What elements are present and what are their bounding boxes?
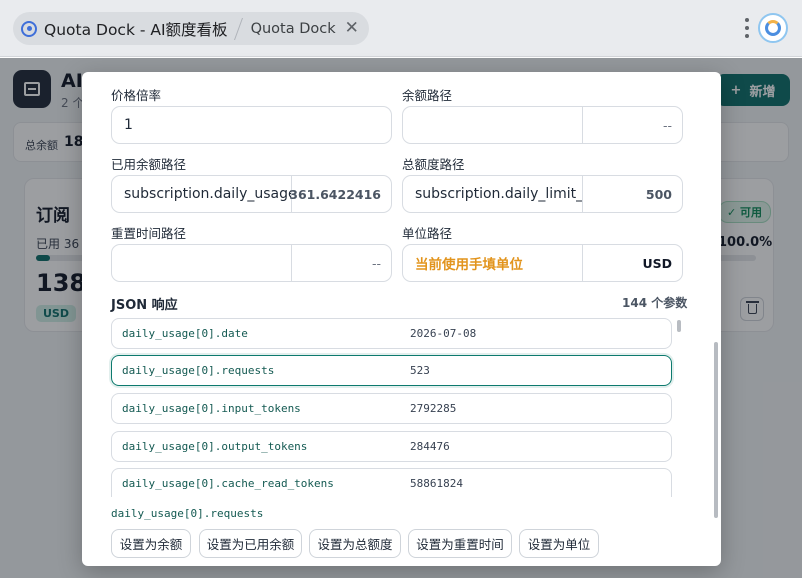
set-as-unit-button[interactable]: 设置为单位 [519,529,599,558]
unit-path-value: 当前使用手填单位 [415,257,523,273]
unit-path-preview: USD [582,245,682,281]
balance-path-label: 余额路径 [402,88,453,103]
set-as-total-quota-button[interactable]: 设置为总额度 [309,529,401,558]
json-row-key: daily_usage[0].output_tokens [122,440,308,453]
reset-time-path-preview: -- [291,245,391,281]
reset-time-path-input[interactable]: -- [111,244,392,282]
tab-active[interactable]: Quota Dock - AI额度看板 [44,18,228,40]
price-rate-value: 1 [124,117,133,133]
unit-path-label: 单位路径 [402,226,453,241]
json-row-value: 58861824 [410,476,463,490]
used-balance-path-input[interactable]: subscription.daily_usage 361.6422416 [111,175,392,213]
json-row-key: daily_usage[0].cache_read_tokens [122,476,334,490]
json-row-key: daily_usage[0].input_tokens [122,402,301,415]
json-row[interactable]: daily_usage[0].input_tokens 2792285 [111,393,672,424]
set-as-used-balance-button[interactable]: 设置为已用余额 [199,529,302,558]
profile-avatar[interactable] [758,13,788,43]
price-rate-label: 价格倍率 [111,88,162,103]
selected-json-path: daily_usage[0].requests [111,507,264,520]
json-list-scrollbar[interactable] [677,320,681,332]
json-row-value: 284476 [410,440,450,453]
set-as-reset-time-button[interactable]: 设置为重置时间 [408,529,512,558]
tab-divider [233,17,243,40]
balance-path-preview: -- [582,107,682,143]
tab-close-icon[interactable]: ✕ [345,20,359,37]
unit-path-input[interactable]: 当前使用手填单位 USD [402,244,683,282]
tab-secondary[interactable]: Quota Dock [251,21,336,37]
json-row[interactable]: daily_usage[0].cache_read_tokens 5886182… [111,468,672,497]
json-param-count: 144 个参数 [622,296,688,310]
modal-scrollbar[interactable] [714,342,718,518]
config-modal: 价格倍率 1 余额路径 -- 已用余额路径 subscription.daily… [82,72,721,566]
json-section-title: JSON 响应 [111,298,178,313]
json-row-key: daily_usage[0].date [122,327,248,340]
used-balance-path-value: subscription.daily_usage [124,186,291,202]
price-rate-input[interactable]: 1 [111,106,392,144]
balance-path-input[interactable]: -- [402,106,683,144]
json-row-value: 2792285 [410,402,457,415]
json-row[interactable]: daily_usage[0].output_tokens 284476 [111,431,672,462]
browser-chrome: Quota Dock - AI额度看板 Quota Dock ✕ [0,0,802,57]
json-row-key: daily_usage[0].requests [122,364,275,377]
reset-time-path-label: 重置时间路径 [111,226,187,241]
tab-strip: Quota Dock - AI额度看板 Quota Dock ✕ [13,12,369,45]
total-quota-path-preview: 500 [582,176,682,212]
json-row-value: 2026-07-08 [410,327,477,340]
browser-menu-icon[interactable] [741,16,753,40]
json-row-selected[interactable]: daily_usage[0].requests 523 [111,355,672,386]
set-as-balance-button[interactable]: 设置为余额 [111,529,191,558]
used-balance-path-label: 已用余额路径 [111,157,187,172]
tab-favicon-icon [21,20,37,37]
json-row-value: 523 [410,364,430,377]
total-quota-path-label: 总额度路径 [402,157,465,172]
json-row[interactable]: daily_usage[0].date 2026-07-08 [111,318,672,349]
used-balance-path-preview: 361.6422416 [289,176,391,212]
total-quota-path-input[interactable]: subscription.daily_limit_ 500 [402,175,683,213]
total-quota-path-value: subscription.daily_limit_ [415,186,582,202]
